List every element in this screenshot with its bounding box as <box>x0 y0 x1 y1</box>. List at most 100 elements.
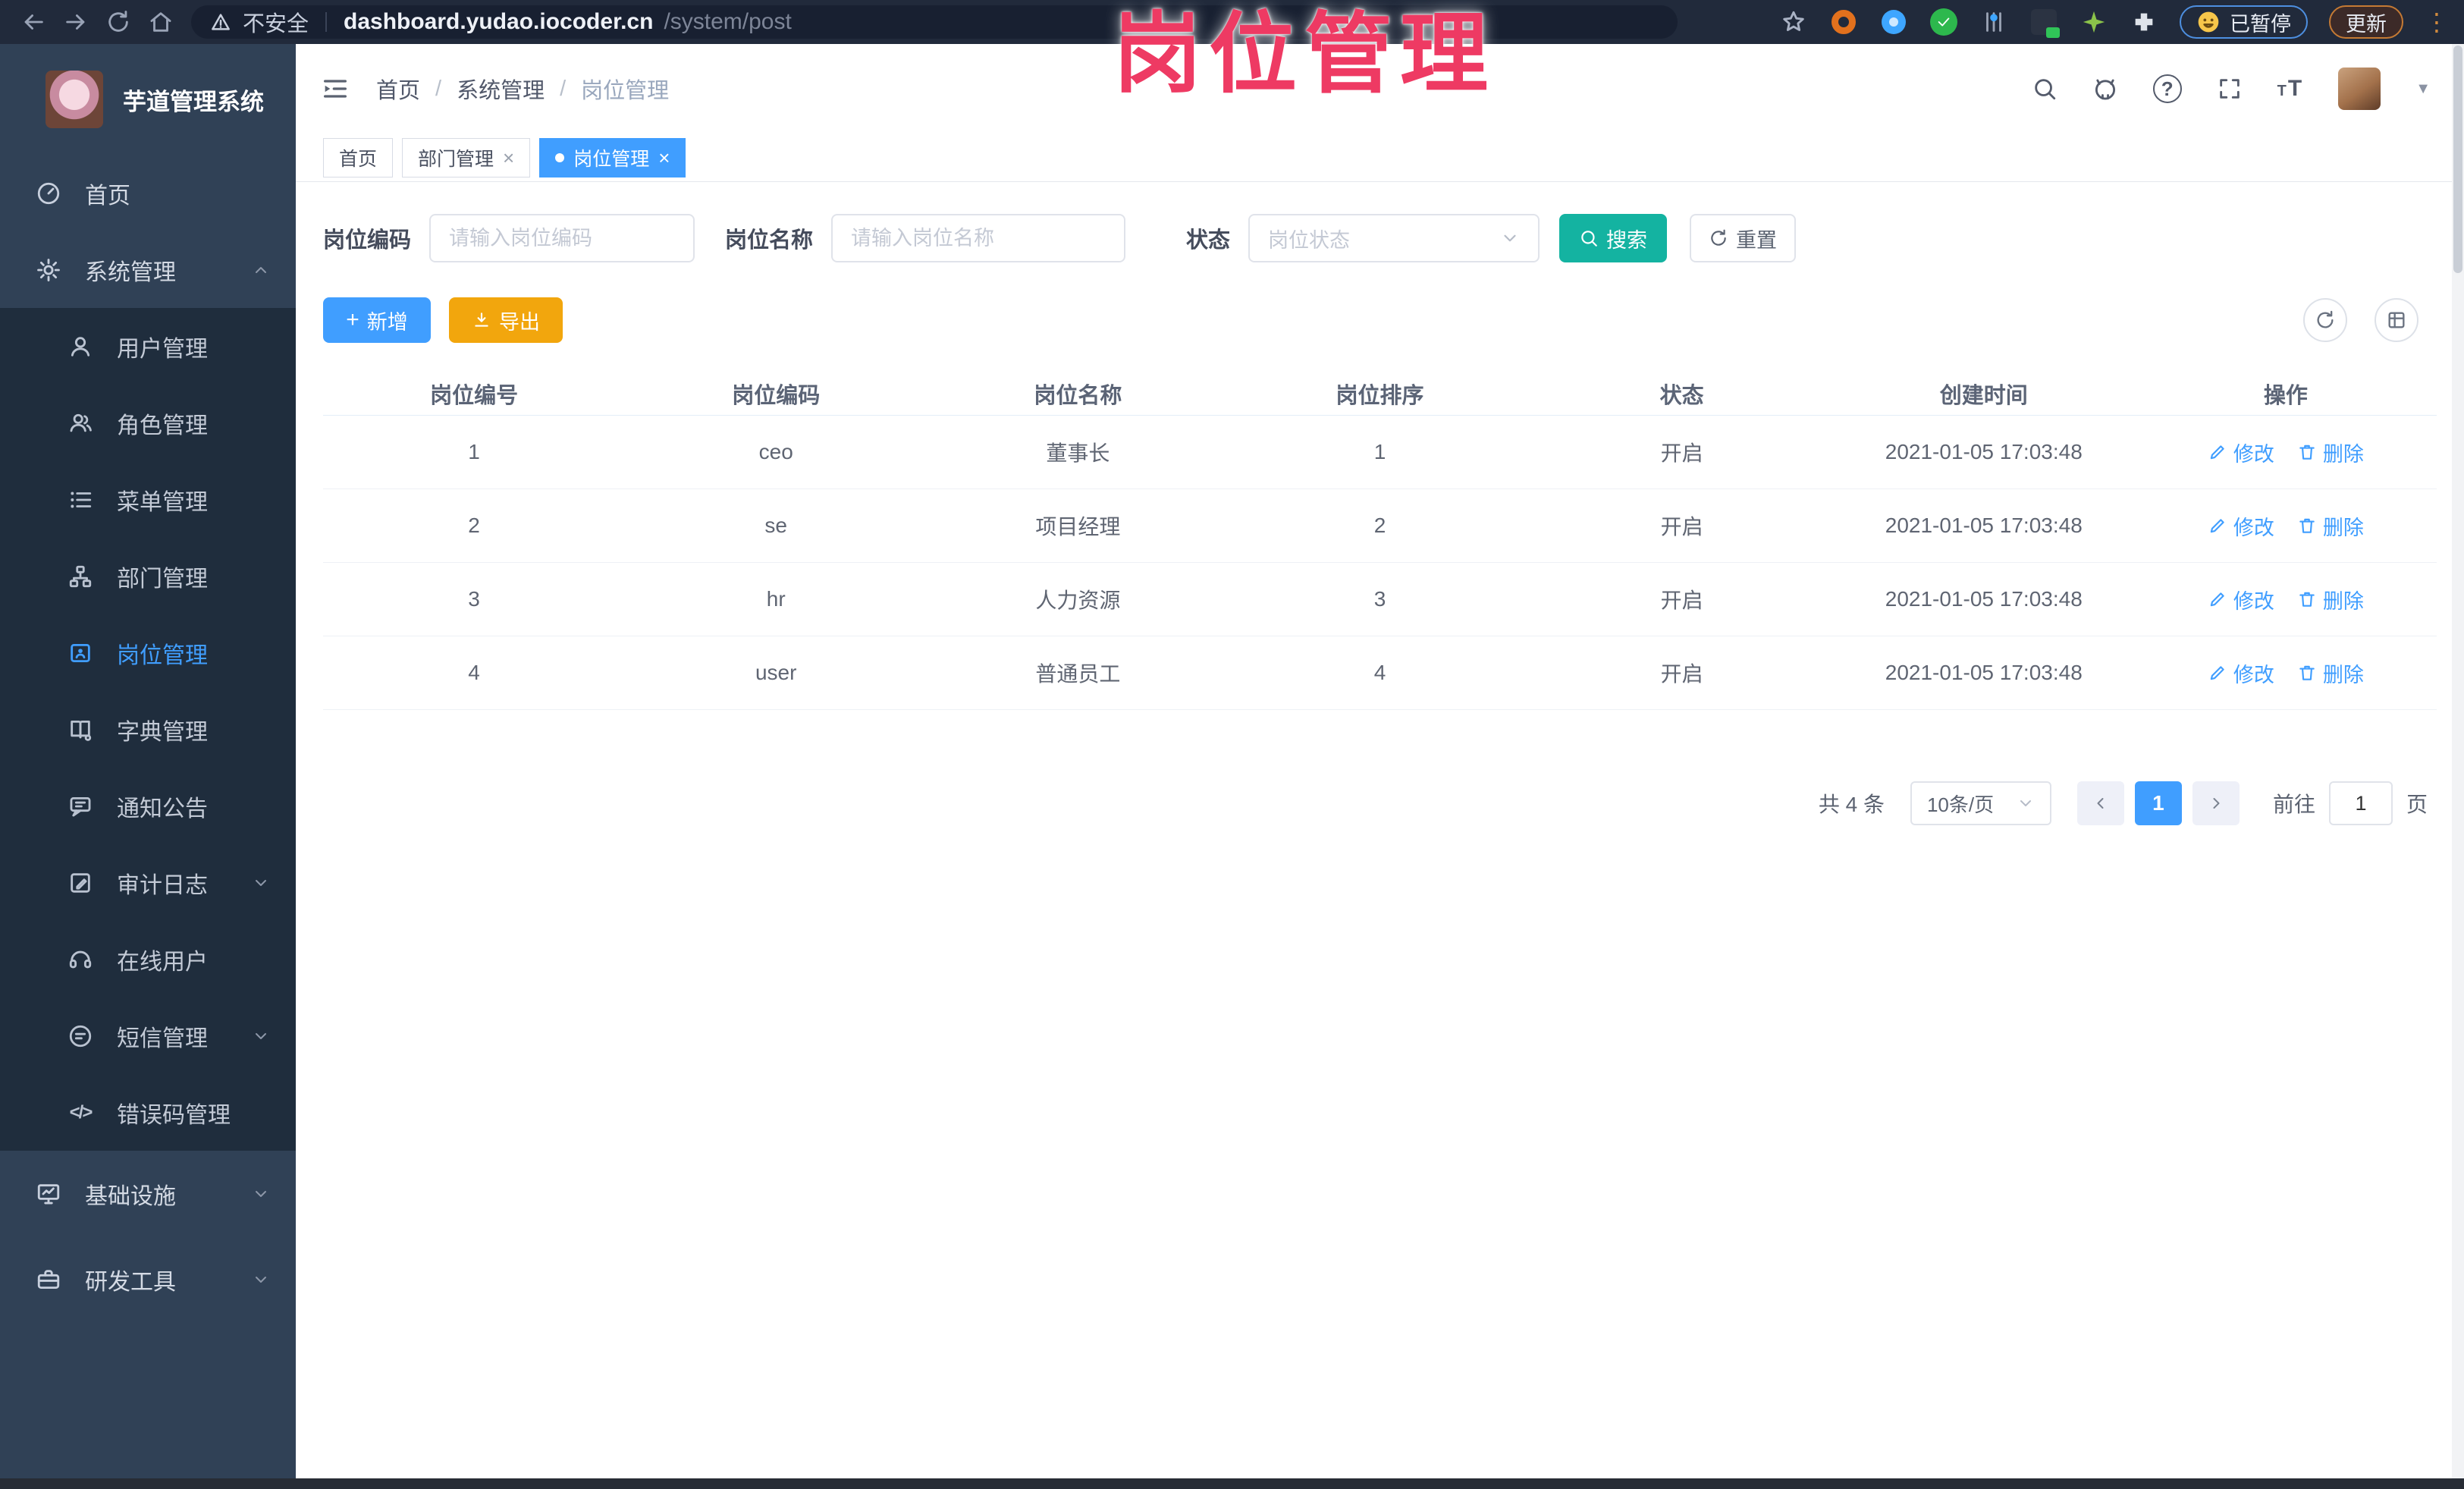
post-name-input[interactable] <box>831 214 1126 262</box>
home-icon[interactable] <box>140 2 182 42</box>
refresh-icon <box>1711 229 1726 246</box>
extensions-puzzle-icon[interactable] <box>2130 8 2158 36</box>
sidebar-item-notices[interactable]: 通知公告 <box>0 768 296 844</box>
edit-link-label: 修改 <box>2233 663 2274 686</box>
chevron-down-icon <box>252 1185 270 1203</box>
prev-page-button[interactable] <box>2076 781 2124 825</box>
font-size-icon[interactable]: TT <box>2277 76 2304 102</box>
status-select[interactable]: 岗位状态 <box>1248 214 1540 262</box>
back-icon[interactable] <box>12 2 55 42</box>
close-icon[interactable]: × <box>503 148 514 168</box>
reset-button[interactable]: 重置 <box>1690 214 1797 262</box>
column-header: 状态 <box>1659 383 1704 408</box>
sidebar-item-departments[interactable]: 部门管理 <box>0 538 296 614</box>
sidebar-item-infrastructure[interactable]: 基础设施 <box>0 1155 296 1232</box>
tab-departments[interactable]: 部门管理 × <box>402 137 531 177</box>
sidebar-collapse-icon[interactable] <box>320 74 350 104</box>
pencil-icon <box>2210 445 2224 460</box>
extension-check-icon[interactable] <box>1929 8 1958 36</box>
edit-link[interactable]: 修改 <box>2208 511 2274 541</box>
extension-sliders-icon[interactable] <box>1979 8 2008 36</box>
cell-code: se <box>764 514 787 537</box>
breadcrumb: 首页 / 系统管理 / 岗位管理 <box>376 73 669 105</box>
sidebar-item-system[interactable]: 系统管理 <box>0 231 296 308</box>
sidebar-item-online-users[interactable]: 在线用户 <box>0 921 296 997</box>
trash-icon <box>2299 592 2315 607</box>
browser-menu-icon[interactable]: ⋮ <box>2425 10 2449 34</box>
extension-crx-icon[interactable] <box>2029 8 2060 38</box>
edit-link-label: 修改 <box>2233 442 2274 466</box>
app-logo-row[interactable]: 芋道管理系统 <box>0 44 296 155</box>
delete-link[interactable]: 删除 <box>2297 658 2364 688</box>
paused-badge[interactable]: 已暂停 <box>2180 5 2308 39</box>
scrollbar-thumb[interactable] <box>2453 46 2462 273</box>
tab-home[interactable]: 首页 <box>323 137 394 177</box>
delete-link[interactable]: 删除 <box>2297 585 2364 614</box>
breadcrumb-home[interactable]: 首页 <box>376 73 420 105</box>
table-row: 3 hr 人力资源 3 开启 2021-01-05 17:03:48 修改 删除 <box>323 563 2437 636</box>
page-1-button[interactable]: 1 <box>2134 781 2182 825</box>
page-size-select[interactable]: 10条/页 <box>1910 781 2051 825</box>
github-icon[interactable] <box>2092 76 2118 102</box>
breadcrumb-system[interactable]: 系统管理 <box>457 73 545 105</box>
cell-code: ceo <box>758 440 793 463</box>
sidebar-item-devtools[interactable]: 研发工具 <box>0 1241 296 1318</box>
edit-link[interactable]: 修改 <box>2208 438 2274 467</box>
page-scrollbar[interactable] <box>2452 44 2464 1478</box>
sidebar-item-menus[interactable]: 菜单管理 <box>0 461 296 538</box>
search-icon[interactable] <box>2032 76 2058 102</box>
sidebar-item-dicts[interactable]: 字典管理 <box>0 691 296 768</box>
sidebar-item-posts[interactable]: 岗位管理 <box>0 614 296 691</box>
cell-sort: 1 <box>1373 440 1386 463</box>
sidebar-item-label: 菜单管理 <box>117 489 208 515</box>
extension-orange-icon[interactable] <box>1829 8 1858 36</box>
refresh-icon[interactable] <box>2303 298 2347 342</box>
goto-page-input[interactable] <box>2328 781 2393 825</box>
sidebar-item-label: 部门管理 <box>117 566 208 592</box>
add-button[interactable]: + 新增 <box>323 297 431 343</box>
sidebar-item-users[interactable]: 用户管理 <box>0 308 296 385</box>
chevron-down-icon[interactable]: ▼ <box>2415 80 2431 98</box>
sidebar-item-label: 研发工具 <box>85 1269 176 1295</box>
extension-sparkle-icon[interactable] <box>2079 8 2108 36</box>
column-settings-icon[interactable] <box>2375 298 2418 342</box>
delete-link[interactable]: 删除 <box>2297 438 2364 467</box>
reload-icon[interactable] <box>97 2 140 42</box>
cell-sort: 3 <box>1373 587 1386 611</box>
sidebar-item-audit-log[interactable]: 审计日志 <box>0 844 296 921</box>
chevron-down-icon <box>1500 228 1520 248</box>
close-icon[interactable]: × <box>658 148 670 168</box>
sidebar-item-sms[interactable]: 短信管理 <box>0 997 296 1074</box>
update-button[interactable]: 更新 <box>2329 5 2403 39</box>
edit-link[interactable]: 修改 <box>2208 658 2274 688</box>
cell-id: 4 <box>468 661 480 684</box>
delete-link[interactable]: 删除 <box>2297 511 2364 541</box>
sidebar-item-label: 审计日志 <box>117 872 208 898</box>
sidebar-item-error-codes[interactable]: </> 错误码管理 <box>0 1074 296 1151</box>
trash-icon <box>2299 665 2315 680</box>
tab-label: 部门管理 <box>418 148 494 170</box>
table-row: 4 user 普通员工 4 开启 2021-01-05 17:03:48 修改 <box>323 636 2437 710</box>
sidebar-item-label: 首页 <box>85 183 130 209</box>
sidebar-item-label: 错误码管理 <box>117 1102 231 1128</box>
sidebar-item-home[interactable]: 首页 <box>0 155 296 231</box>
status-label: 状态 <box>1186 228 1231 253</box>
search-button[interactable]: 搜索 <box>1559 214 1668 262</box>
help-icon[interactable]: ? <box>2152 74 2182 103</box>
bookmark-star-icon[interactable] <box>1779 8 1808 36</box>
cell-name: 普通员工 <box>1035 662 1121 686</box>
post-code-input[interactable] <box>429 214 695 262</box>
next-page-button[interactable] <box>2192 781 2240 825</box>
fullscreen-icon[interactable] <box>2217 76 2243 102</box>
tab-posts[interactable]: 岗位管理 × <box>539 137 686 177</box>
export-button[interactable]: 导出 <box>449 297 563 343</box>
pagination: 共 4 条 10条/页 1 前往 页 <box>323 781 2437 825</box>
avatar[interactable] <box>2338 68 2381 110</box>
forward-icon[interactable] <box>55 2 97 42</box>
edit-link[interactable]: 修改 <box>2208 585 2274 614</box>
sidebar-item-roles[interactable]: 角色管理 <box>0 385 296 461</box>
extension-pin-icon[interactable] <box>1879 8 1908 36</box>
delete-link-label: 删除 <box>2322 516 2364 539</box>
app-logo <box>46 71 103 128</box>
emoji-face-icon <box>2198 11 2219 33</box>
